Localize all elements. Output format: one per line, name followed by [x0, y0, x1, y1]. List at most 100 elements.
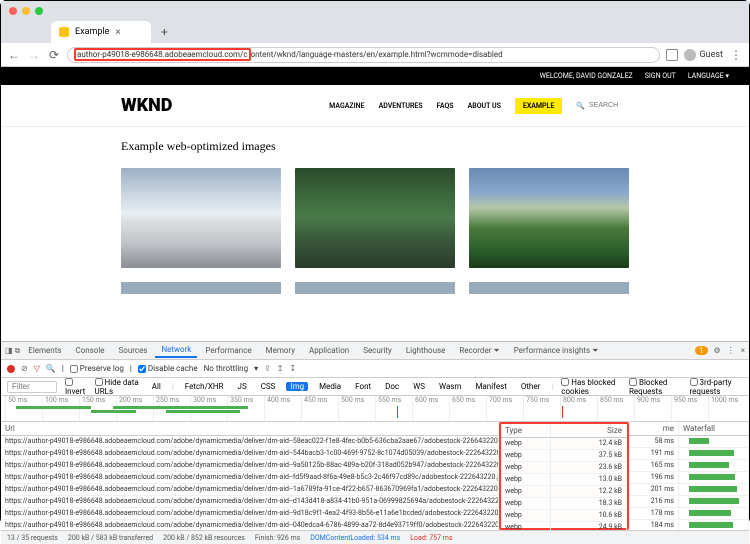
table-cell[interactable]: 12.2 kB: [551, 486, 627, 498]
window-maximize-button[interactable]: [35, 7, 43, 15]
blocked-requests-checkbox[interactable]: Blocked Requests: [629, 378, 682, 396]
filter-toggle-icon[interactable]: ▽: [34, 364, 40, 373]
tab-memory[interactable]: Memory: [260, 344, 301, 357]
table-cell[interactable]: https://author-p49018-e986648.adobeaemcl…: [1, 448, 499, 460]
browser-menu-button[interactable]: ⋮: [729, 48, 743, 62]
more-icon[interactable]: ⋮: [727, 346, 735, 355]
table-cell[interactable]: 13.0 kB: [551, 474, 627, 486]
table-cell[interactable]: 10.6 kB: [551, 510, 627, 522]
table-cell[interactable]: 58 ms: [629, 436, 679, 448]
filter-media[interactable]: Media: [316, 382, 344, 391]
table-cell[interactable]: webp: [501, 522, 551, 530]
filter-input[interactable]: [7, 381, 57, 393]
tab-performance[interactable]: Performance: [199, 344, 257, 357]
tab-application[interactable]: Application: [303, 344, 355, 357]
table-cell[interactable]: https://author-p49018-e986648.adobeaemcl…: [1, 472, 499, 484]
table-cell[interactable]: [679, 436, 749, 448]
search-group[interactable]: 🔍: [576, 102, 629, 110]
close-devtools-icon[interactable]: ×: [741, 346, 745, 355]
table-cell[interactable]: https://author-p49018-e986648.adobeaemcl…: [1, 520, 499, 530]
nav-about[interactable]: ABOUT US: [468, 102, 501, 110]
wifi-icon[interactable]: ⇪: [264, 364, 271, 373]
filter-fetch[interactable]: Fetch/XHR: [182, 382, 227, 391]
network-timeline[interactable]: 50 ms100 ms150 ms200 ms250 ms300 ms350 m…: [1, 396, 749, 422]
settings-icon[interactable]: ⚙: [714, 346, 721, 355]
filter-wasm[interactable]: Wasm: [436, 382, 464, 391]
forward-button[interactable]: →: [27, 48, 41, 62]
table-cell[interactable]: 178 ms: [629, 508, 679, 520]
filter-font[interactable]: Font: [352, 382, 374, 391]
tab-network[interactable]: Network: [155, 343, 197, 358]
reload-button[interactable]: ⟳: [47, 48, 61, 62]
table-cell[interactable]: 37.5 kB: [551, 450, 627, 462]
col-url-header[interactable]: Url: [1, 422, 499, 436]
filter-ws[interactable]: WS: [410, 382, 428, 391]
hide-data-urls-checkbox[interactable]: Hide data URLs: [95, 378, 141, 396]
filter-other[interactable]: Other: [518, 382, 543, 391]
col-size-header[interactable]: Size: [551, 424, 627, 438]
table-cell[interactable]: 18.3 kB: [551, 498, 627, 510]
table-cell[interactable]: 12.4 kB: [551, 438, 627, 450]
nav-adventures[interactable]: ADVENTURES: [379, 102, 423, 110]
clear-button[interactable]: ⊘: [21, 364, 28, 373]
table-cell[interactable]: webp: [501, 510, 551, 522]
profile-button[interactable]: Guest: [684, 49, 723, 61]
preserve-log-checkbox[interactable]: Preserve log: [70, 364, 124, 373]
table-cell[interactable]: [679, 460, 749, 472]
browser-tab[interactable]: Example ×: [51, 21, 151, 43]
tab-console[interactable]: Console: [69, 344, 110, 357]
table-cell[interactable]: 184 ms: [629, 520, 679, 530]
table-cell[interactable]: 201 ms: [629, 484, 679, 496]
throttling-dropdown[interactable]: No throttling: [204, 364, 249, 373]
filter-manifest[interactable]: Manifest: [472, 382, 509, 391]
filter-img[interactable]: Img: [286, 382, 308, 391]
search-icon[interactable]: 🔍: [46, 364, 56, 373]
col-time-header[interactable]: me: [629, 422, 679, 436]
table-cell[interactable]: webp: [501, 462, 551, 474]
table-cell[interactable]: [679, 520, 749, 530]
signout-link[interactable]: SIGN OUT: [645, 72, 676, 80]
window-minimize-button[interactable]: [22, 7, 30, 15]
table-cell[interactable]: https://author-p49018-e986648.adobeaemcl…: [1, 436, 499, 448]
language-dropdown[interactable]: LANGUAGE ▾: [688, 72, 729, 80]
filter-doc[interactable]: Doc: [382, 382, 402, 391]
search-input[interactable]: [589, 102, 629, 109]
table-cell[interactable]: 23.6 kB: [551, 462, 627, 474]
table-cell[interactable]: webp: [501, 498, 551, 510]
record-button[interactable]: [7, 365, 15, 373]
inspect-icon[interactable]: ◨: [5, 346, 13, 355]
tab-sources[interactable]: Sources: [113, 344, 154, 357]
tab-security[interactable]: Security: [357, 344, 398, 357]
url-bar[interactable]: author-p49018-e986648.adobeaemcloud.com/…: [67, 47, 660, 63]
extensions-icon[interactable]: [666, 49, 678, 61]
table-cell[interactable]: [679, 472, 749, 484]
nav-faqs[interactable]: FAQS: [437, 102, 454, 110]
tab-lighthouse[interactable]: Lighthouse: [400, 344, 452, 357]
col-type-header[interactable]: Type: [501, 424, 551, 438]
table-cell[interactable]: webp: [501, 450, 551, 462]
table-cell[interactable]: https://author-p49018-e986648.adobeaemcl…: [1, 484, 499, 496]
window-close-button[interactable]: [9, 7, 17, 15]
download-icon[interactable]: ↧: [290, 364, 297, 373]
back-button[interactable]: ←: [7, 48, 21, 62]
tab-performance-insights[interactable]: Performance insights ⏷: [508, 344, 605, 358]
new-tab-button[interactable]: +: [155, 25, 174, 39]
tab-close-button[interactable]: ×: [115, 27, 120, 38]
site-logo[interactable]: WKND: [121, 95, 172, 116]
third-party-checkbox[interactable]: 3rd-party requests: [690, 378, 743, 396]
col-waterfall-header[interactable]: Waterfall: [679, 422, 749, 436]
table-cell[interactable]: https://author-p49018-e986648.adobeaemcl…: [1, 460, 499, 472]
table-cell[interactable]: webp: [501, 486, 551, 498]
nav-example[interactable]: EXAMPLE: [515, 98, 562, 114]
upload-icon[interactable]: ↥: [277, 364, 284, 373]
table-cell[interactable]: 196 ms: [629, 472, 679, 484]
table-cell[interactable]: [679, 484, 749, 496]
filter-css[interactable]: CSS: [258, 382, 279, 391]
table-cell[interactable]: 24.9 kB: [551, 522, 627, 530]
warnings-badge[interactable]: 1: [695, 346, 708, 355]
invert-checkbox[interactable]: Invert: [65, 378, 87, 396]
disable-cache-checkbox[interactable]: Disable cache: [138, 364, 198, 373]
device-icon[interactable]: ⧉: [15, 346, 21, 356]
filter-all[interactable]: All: [149, 382, 164, 391]
table-cell[interactable]: 191 ms: [629, 448, 679, 460]
